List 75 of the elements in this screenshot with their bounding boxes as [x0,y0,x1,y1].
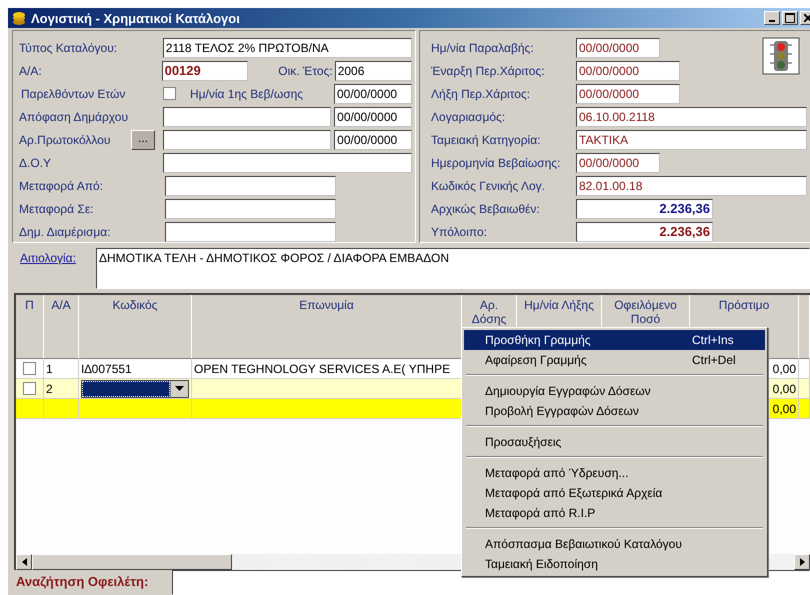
row-checkbox[interactable] [23,362,36,375]
coins-icon [11,10,27,26]
field-label: Μεταφορά Σε: [19,202,95,216]
text-field[interactable] [162,106,332,126]
field-label: Υπόλοιπο: [431,224,488,238]
reason-link[interactable]: Αιτιολογία: [20,248,96,293]
text-field[interactable] [165,222,336,242]
browse-button[interactable]: ... [131,130,155,150]
code-dropdown[interactable] [81,380,189,398]
field-label: Λήξη Περ.Χάριτος: [431,86,532,100]
menu-item[interactable]: Προβολή Εγγραφών Δόσεων [464,401,765,421]
left-arrow-icon [22,558,26,566]
maximize-button[interactable] [782,11,798,25]
field-label: Α/Α: [19,64,43,78]
search-label: Αναζήτηση Οφειλέτη: [16,573,150,591]
table-cell: 2 [46,382,53,396]
field-label: Παρελθόντων Ετών [20,86,126,100]
table-cell: 0,00 [772,382,796,396]
date-field[interactable]: 00/00/0000 [334,84,412,104]
field-label: Ημ/νία 1ης Βεβ/ωσης [188,86,304,100]
field-label: Κωδικός Γενικής Λογ. [431,178,546,192]
table-cell: 0,00 [772,362,796,376]
table-cell: Ι∆007551 [81,362,132,376]
close-icon [804,14,810,22]
menu-item[interactable]: Μεταφορά από Ύδρευση... [464,463,765,483]
field-label: Τύπος Καταλόγου: [19,40,118,54]
traffic-light-icon[interactable] [762,37,800,75]
text-field[interactable]: 00/00/0000 [576,60,680,80]
text-field[interactable] [165,176,336,196]
window-title: Λογιστική - Χρηματικοί Κατάλογοι [31,10,240,26]
menu-item[interactable]: Ταμειακή Ειδοποίηση [464,554,765,574]
reason-field[interactable]: ΔΗΜΟΤΙΚΑ ΤΕΛΗ - ΔΗΜΟΤΙΚΟΣ ΦΟΡΟΣ / ΔΙΑΦΟΡΑ ΕΜΒΑΔΟΝ [96,248,810,289]
field-label: Δ.Ο.Υ [19,156,52,170]
text-field[interactable]: 00/00/0000 [576,38,660,58]
row-checkbox[interactable] [23,382,36,395]
text-field[interactable]: 2006 [334,60,412,80]
menu-item[interactable]: Προσαυξήσεις [464,432,765,452]
text-field[interactable]: 00129 [162,60,248,80]
text-field[interactable]: 2.236,36 [576,198,713,218]
field-label: Έναρξη Περ.Χάριτος: [431,64,546,78]
text-field[interactable]: 00/00/0000 [576,84,680,104]
menu-item[interactable]: Προσθήκη Γραμμής Ctrl+Ins [464,330,765,350]
minimize-button[interactable] [764,11,780,25]
text-field[interactable] [165,198,336,218]
menu-item[interactable]: Μεταφορά από R.I.P [464,503,765,523]
table-cell: OPEN TEGHNOLOGY SERVICES A.E( ΥΠΗΡΕ [194,362,450,376]
text-field[interactable]: 06.10.00.2118 [576,106,807,126]
checkbox[interactable] [163,87,176,100]
field-label: Μεταφορά Από: [19,178,104,192]
date-field[interactable]: 00/00/0000 [334,130,412,150]
table-cell: 0,00 [772,402,796,416]
field-label: Ταμειακή Κατηγορία: [431,132,542,146]
field-label: Λογαριασμός: [431,110,506,124]
field-label: Αρχικώς Βεβαιωθέν: [431,202,541,216]
right-arrow-icon [800,558,804,566]
menu-item[interactable]: Μεταφορά από Εξωτερικά Αρχεία [464,483,765,503]
text-field[interactable]: 00/00/0000 [576,152,660,172]
text-field[interactable]: ΤΑΚΤΙΚΑ [576,130,807,150]
menu-item[interactable]: Δημιουργία Εγγραφών Δόσεων [464,381,765,401]
text-field[interactable]: 2.236,36 [576,222,713,242]
menu-item[interactable]: Απόσπασμα Βεβαιωτικού Καταλόγου [464,534,765,554]
caret-icon [175,386,184,391]
field-label: Απόφαση Δημάρχου [19,110,130,124]
table-cell: 1 [46,362,53,376]
maximize-icon [785,13,795,23]
field-label: Δημ. Διαμέρισμα: [19,224,112,238]
field-label: Ημ/νία Παραλαβής: [431,40,535,54]
text-field[interactable]: 82.01.00.18 [576,176,807,196]
text-field[interactable] [162,130,332,150]
field-label: Ημερομηνία Βεβαίωσης: [431,156,562,170]
field-label: Οικ. Έτος: [277,64,333,78]
date-field[interactable]: 00/00/0000 [334,106,412,126]
field-label: Αρ.Πρωτοκόλλου [19,132,112,146]
text-field[interactable] [162,152,412,172]
text-field[interactable]: 2118 ΤΕΛΟΣ 2% ΠΡΩΤΟΒ/ΝΑ [162,38,412,58]
